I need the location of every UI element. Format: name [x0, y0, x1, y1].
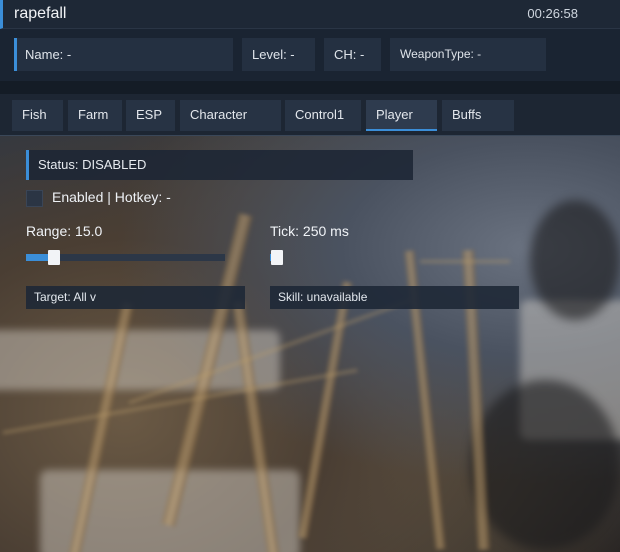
tab-farm[interactable]: Farm — [68, 100, 122, 131]
channel-field: CH: - — [324, 38, 381, 71]
title-bar[interactable]: rapefall 00:26:58 — [0, 0, 620, 29]
tab-control1[interactable]: Control1 — [285, 100, 361, 131]
window-title: rapefall — [14, 5, 67, 22]
tab-esp[interactable]: ESP — [126, 100, 175, 131]
enabled-hotkey-label: Enabled | Hotkey: - — [52, 189, 171, 205]
tab-bar: Fish Farm ESP Character Control1 Player … — [0, 94, 620, 136]
name-field: Name: - — [14, 38, 233, 71]
weapon-type-field: WeaponType: - — [390, 38, 546, 71]
range-slider-thumb[interactable] — [48, 250, 60, 265]
tab-buffs[interactable]: Buffs — [442, 100, 514, 131]
clock: 00:26:58 — [527, 6, 578, 21]
range-slider[interactable] — [26, 250, 225, 265]
player-panel: Status: DISABLED Enabled | Hotkey: - Ran… — [0, 136, 620, 552]
status-banner: Status: DISABLED — [26, 150, 413, 180]
skill-dropdown[interactable]: Skill: unavailable — [270, 286, 519, 309]
character-info-bar: Name: - Level: - CH: - WeaponType: - — [0, 29, 620, 81]
enabled-checkbox[interactable] — [26, 190, 43, 207]
range-label: Range: 15.0 — [26, 223, 103, 239]
tab-player[interactable]: Player — [366, 100, 437, 131]
tick-slider-thumb[interactable] — [271, 250, 283, 265]
target-dropdown[interactable]: Target: All v — [26, 286, 245, 309]
level-field: Level: - — [242, 38, 315, 71]
tab-fish[interactable]: Fish — [12, 100, 63, 131]
tick-label: Tick: 250 ms — [270, 223, 349, 239]
section-divider — [0, 81, 620, 94]
tab-character[interactable]: Character — [180, 100, 281, 131]
